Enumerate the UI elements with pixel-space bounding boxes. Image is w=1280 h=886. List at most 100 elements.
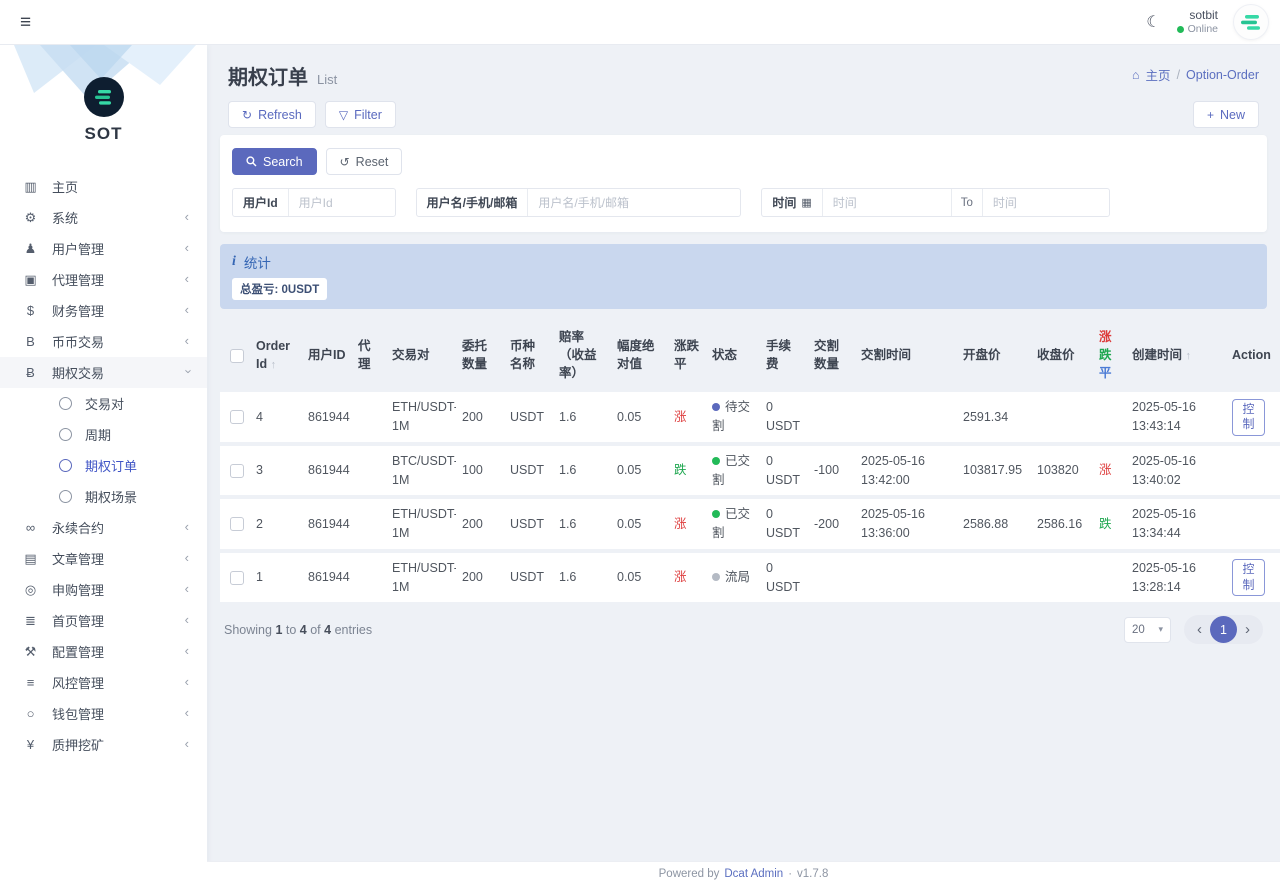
cell-checkbox <box>220 499 250 549</box>
sidebar-item-home[interactable]: ▥ 主页 <box>0 171 207 202</box>
row-checkbox[interactable] <box>230 570 244 585</box>
cell-user_id: 861944 <box>302 499 352 549</box>
cell-amplitude: 0.05 <box>611 552 668 603</box>
user-input[interactable] <box>528 189 741 216</box>
sidebar-item-option-trade[interactable]: Ƀ 期权交易 ‹ <box>0 357 207 388</box>
cell-close_price: 103820 <box>1031 445 1093 496</box>
sliders-icon: ≡ <box>26 675 35 690</box>
cell-amount: 200 <box>456 392 504 442</box>
col-header: 幅度绝对值 <box>617 339 655 372</box>
col-header[interactable]: 创建时间 ↑ <box>1126 322 1226 388</box>
user-id-input[interactable] <box>288 189 395 216</box>
user-menu[interactable]: sotbit Online <box>1176 8 1218 36</box>
control-button[interactable]: 控制 <box>1232 559 1265 597</box>
yen-icon: ¥ <box>26 737 35 752</box>
sidebar-item-config-mgmt[interactable]: ⚒ 配置管理 ‹ <box>0 636 207 667</box>
sidebar-toggle-icon[interactable]: ≡ <box>20 13 31 32</box>
time-start-input[interactable] <box>822 189 951 216</box>
sidebar-item-article-mgmt[interactable]: ▤ 文章管理 ‹ <box>0 543 207 574</box>
circle-icon <box>59 428 72 441</box>
row-checkbox[interactable] <box>230 463 244 478</box>
cell-pair: ETH/USDT-1M <box>386 392 456 442</box>
col-header: 用户ID <box>308 348 346 363</box>
sidebar-item-homepage-mgmt[interactable]: ≣ 首页管理 ‹ <box>0 605 207 636</box>
time-end-input[interactable] <box>982 189 1109 216</box>
cell-pair: BTC/USDT-1M <box>386 445 456 496</box>
sidebar-item-wallet-mgmt[interactable]: ○ 钱包管理 ‹ <box>0 698 207 729</box>
breadcrumb-separator: / <box>1176 67 1181 82</box>
row-checkbox[interactable] <box>230 517 244 532</box>
refresh-button[interactable]: ↻ Refresh <box>228 101 316 128</box>
reset-button[interactable]: ↺ Reset <box>325 148 403 175</box>
wrench-icon: ⚒ <box>24 643 37 659</box>
dcat-admin-link[interactable]: Dcat Admin <box>724 868 783 880</box>
page-size-select[interactable]: 20 ▾ <box>1124 616 1171 643</box>
cell-coin: USDT <box>504 552 553 603</box>
cell-status: 待交割 <box>706 392 760 442</box>
sidebar-item-spot-trade[interactable]: B 币币交易 ‹ <box>0 326 207 357</box>
cell-created: 2025-05-16 13:43:14 <box>1126 392 1226 442</box>
cell-amplitude: 0.05 <box>611 445 668 496</box>
sidebar-item-agent-mgmt[interactable]: ▣ 代理管理 ‹ <box>0 264 207 295</box>
select-all-checkbox[interactable] <box>230 348 244 363</box>
sidebar-item-system[interactable]: ⚙ 系统 ‹ <box>0 202 207 233</box>
cell-order_id: 4 <box>250 392 302 442</box>
control-button[interactable]: 控制 <box>1232 398 1265 436</box>
sidebar-item-user-mgmt[interactable]: ♟ 用户管理 ‹ <box>0 233 207 264</box>
new-button[interactable]: + New <box>1192 101 1259 128</box>
cell-result: 跌 <box>1093 499 1126 549</box>
search-button[interactable]: Search <box>232 148 317 175</box>
sidebar-item-subscribe-mgmt[interactable]: ◎ 申购管理 ‹ <box>0 574 207 605</box>
col-header: 状态 <box>712 348 738 363</box>
cell-status: 已交割 <box>706 445 760 496</box>
sidebar-subitem-option-scene[interactable]: 期权场景 <box>0 481 207 512</box>
topbar: ≡ ☾ sotbit Online <box>0 0 1280 45</box>
cell-result <box>1093 392 1126 442</box>
cell-fee: 0 USDT <box>760 552 808 603</box>
id-card-icon: ▣ <box>24 271 37 287</box>
sidebar-subitem-period[interactable]: 周期 <box>0 419 207 450</box>
calendar-icon: ▦ <box>801 197 812 209</box>
newspaper-icon: ▤ <box>24 550 37 566</box>
row-checkbox[interactable] <box>230 410 244 425</box>
chart-bar-icon: ▥ <box>24 178 37 194</box>
chevron-left-icon: ‹ <box>184 209 189 224</box>
col-header: 收盘价 <box>1037 348 1075 363</box>
avatar[interactable] <box>1234 5 1268 39</box>
filter-button[interactable]: ▽ Filter <box>324 101 396 128</box>
cell-settle_amount <box>808 392 855 442</box>
prev-page-button[interactable]: ‹ <box>1189 622 1210 637</box>
breadcrumb-home[interactable]: 主页 <box>1146 65 1171 84</box>
sidebar: SOT ▥ 主页 ⚙ 系统 ‹ ♟ 用户管理 ‹ ▣ 代理管理 ‹ $ 财务管理 ‹ B 币币交易 ‹ Ƀ 期权交易… <box>0 45 207 886</box>
breadcrumb-current[interactable]: Option-Order <box>1186 68 1259 82</box>
col-header: 交割数量 <box>814 339 840 372</box>
next-page-button[interactable]: › <box>1237 622 1258 637</box>
sidebar-item-risk-mgmt[interactable]: ≡ 风控管理 ‹ <box>0 667 207 698</box>
breadcrumb: ⌂ 主页 / Option-Order <box>1132 65 1259 84</box>
cell-created: 2025-05-16 13:28:14 <box>1126 552 1226 603</box>
sidebar-item-finance-mgmt[interactable]: $ 财务管理 ‹ <box>0 295 207 326</box>
cell-pair: ETH/USDT-1M <box>386 499 456 549</box>
brand-name: SOT <box>84 124 123 143</box>
dark-mode-icon[interactable]: ☾ <box>1146 12 1160 32</box>
cell-agent <box>352 392 386 442</box>
col-header[interactable]: Order Id ↑ <box>250 322 302 388</box>
cell-settle_amount <box>808 552 855 603</box>
cell-created: 2025-05-16 13:40:02 <box>1126 445 1226 496</box>
sidebar-subitem-option-order[interactable]: 期权订单 <box>0 450 207 481</box>
chevron-left-icon: ‹ <box>184 271 189 286</box>
sidebar-item-staking[interactable]: ¥ 质押挖矿 ‹ <box>0 729 207 760</box>
online-dot-icon <box>1176 26 1184 33</box>
bitcoin-icon: Ƀ <box>26 365 35 380</box>
status-dot-icon <box>712 573 720 582</box>
page-1-button[interactable]: 1 <box>1210 616 1237 644</box>
cell-settle_time: 2025-05-16 13:42:00 <box>855 445 957 496</box>
status-dot-icon <box>712 510 720 519</box>
cell-amplitude: 0.05 <box>611 392 668 442</box>
cell-checkbox <box>220 392 250 442</box>
sidebar-item-perpetual[interactable]: ∞ 永续合约 ‹ <box>0 512 207 543</box>
search-icon <box>246 156 257 167</box>
cell-amount: 200 <box>456 499 504 549</box>
cell-coin: USDT <box>504 499 553 549</box>
sidebar-subitem-trade-pair[interactable]: 交易对 <box>0 388 207 419</box>
